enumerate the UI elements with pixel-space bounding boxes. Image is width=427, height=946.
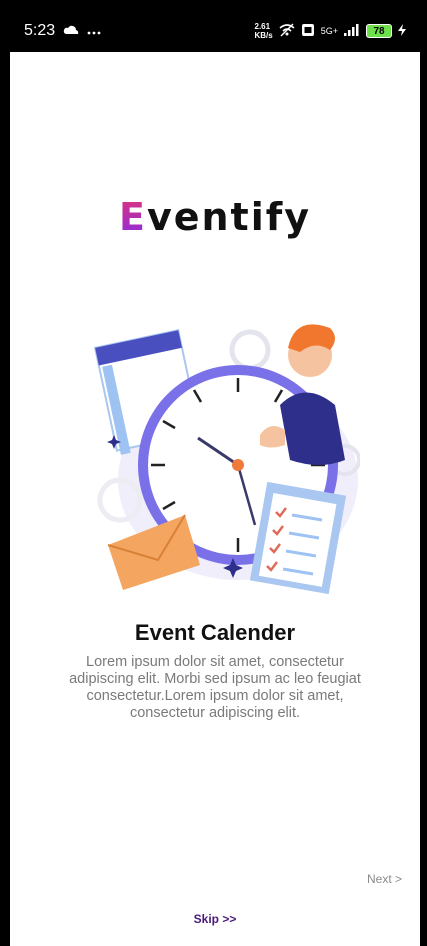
status-left: 5:23 [24, 22, 101, 40]
network-type: 5G+ [320, 26, 338, 36]
app-logo: Eventify [10, 195, 420, 239]
next-button[interactable]: Next > [367, 872, 402, 886]
skip-button[interactable]: Skip >> [10, 912, 420, 926]
clock-calendar-illustration [90, 310, 361, 600]
vo-lte-icon [301, 23, 315, 39]
speed-unit: KB/s [254, 31, 273, 40]
logo-first-letter: E [118, 195, 147, 239]
wifi-off-icon [279, 23, 295, 39]
charging-icon [398, 24, 406, 38]
status-time: 5:23 [24, 22, 56, 39]
battery-icon: 78 [366, 24, 392, 38]
signal-icon [344, 24, 360, 38]
clipboard-icon [249, 481, 347, 595]
status-bar: 5:23 2.61 KB/s 5G+ 78 [10, 10, 420, 52]
onboarding-description: Lorem ipsum dolor sit amet, consectetur … [69, 654, 361, 721]
logo-rest: ventify [146, 195, 312, 239]
more-dots-icon [87, 22, 101, 40]
cloud-icon [63, 22, 79, 40]
onboarding-screen: 5:23 2.61 KB/s 5G+ 78 Eventify Event Cal… [10, 10, 420, 946]
speed-value: 2.61 [254, 22, 271, 31]
status-right: 2.61 KB/s 5G+ 78 [255, 22, 406, 40]
onboarding-title: Event Calender [134, 620, 296, 645]
network-speed: 2.61 KB/s [255, 22, 273, 40]
